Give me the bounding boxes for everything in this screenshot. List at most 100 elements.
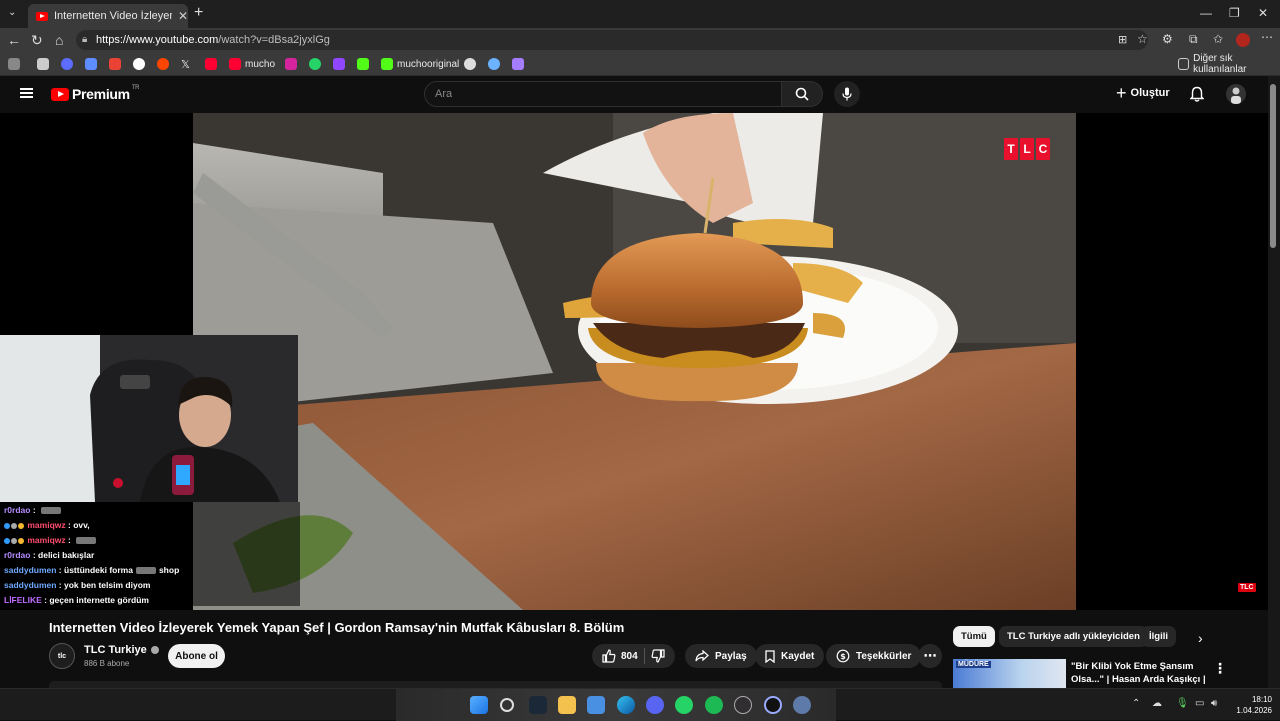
tlc-letter: C (1036, 138, 1050, 160)
store-icon[interactable] (587, 696, 605, 714)
dislike-button[interactable] (651, 649, 665, 663)
edge-icon[interactable] (617, 696, 635, 714)
close-tab-icon[interactable]: ✕ (178, 9, 188, 23)
share-button[interactable]: Paylaş (685, 644, 757, 668)
display-icon[interactable]: ▭ (1195, 698, 1204, 709)
taskbar-search-icon[interactable] (500, 698, 514, 712)
tab-list-icon[interactable]: ⌄ (8, 7, 16, 18)
gmail-icon[interactable] (109, 57, 125, 71)
new-tab-icon[interactable]: + (194, 4, 203, 22)
google-icon[interactable] (133, 57, 149, 71)
user-avatar-icon (1231, 87, 1241, 104)
bookmark-icon-1[interactable] (8, 57, 24, 71)
bookmark-icon-6[interactable] (488, 57, 504, 71)
video-content-burger-image (193, 113, 1076, 610)
address-bar-row: ← ↻ ⌂ 🔒︎ https://www.youtube.com/watch?v… (0, 28, 1280, 52)
bookmark-icon-5[interactable] (464, 57, 480, 71)
app-icon[interactable] (764, 696, 782, 714)
menu-icon[interactable] (20, 88, 33, 98)
bookmark-icon-2[interactable] (37, 57, 53, 71)
network-cloud-icon[interactable]: ☁ (1152, 698, 1162, 709)
favorites-icon[interactable]: ✩ (1213, 32, 1223, 46)
chips-next-chevron-icon[interactable]: › (1198, 630, 1203, 646)
chip-all[interactable]: Tümü (953, 626, 995, 647)
refresh-icon[interactable]: ↻ (31, 32, 43, 49)
mic-tray-icon[interactable]: 🎙︎ (1176, 698, 1189, 709)
tray-overflow-icon[interactable]: ⌃ (1132, 698, 1140, 709)
instagram-icon[interactable] (285, 57, 301, 71)
more-actions-button[interactable]: ⋯ (918, 644, 942, 668)
thumbs-down-icon (651, 649, 665, 663)
close-window-icon[interactable]: ✕ (1258, 6, 1268, 20)
site-info-icon[interactable]: 🔒︎ (82, 30, 87, 50)
search-input[interactable]: Ara (424, 81, 782, 107)
bookmark-muchooriginal[interactable]: muchooriginal (381, 57, 459, 71)
x-icon[interactable]: 𝕏 (181, 57, 190, 71)
video-frame[interactable]: T L C (193, 113, 1076, 610)
restore-icon[interactable]: ❐ (1229, 6, 1240, 20)
chat-username: r0rdao (4, 505, 31, 515)
voice-search-button[interactable] (834, 81, 860, 107)
url-field[interactable]: 🔒︎ https://www.youtube.com/watch?v=dBsa2… (76, 30, 1148, 50)
system-clock[interactable]: 18:10 1.04.2026 (1232, 694, 1272, 716)
channel-avatar[interactable]: tlc (49, 643, 75, 669)
channel-name-text: TLC Turkiye (84, 644, 147, 656)
bookmark-mucho[interactable]: mucho (229, 57, 275, 71)
recommended-thumbnail[interactable]: MÜDÜRE (953, 659, 1066, 688)
search-button[interactable] (781, 81, 823, 107)
volume-icon[interactable]: 🔊︎ (1211, 698, 1217, 709)
minimize-icon[interactable]: — (1200, 6, 1212, 20)
bookmark-icon-3[interactable] (61, 57, 77, 71)
other-bookmarks[interactable]: Diğer sık kullanılanlar (1178, 53, 1280, 75)
page-scrollbar-thumb[interactable] (1270, 84, 1276, 248)
youtube-bookmark-icon[interactable] (205, 57, 221, 71)
share-label: Paylaş (715, 650, 747, 662)
profile-icon[interactable] (1236, 33, 1250, 47)
youtube-premium-logo[interactable]: Premium TR (51, 85, 140, 102)
spotify-icon[interactable] (705, 696, 723, 714)
channel-name[interactable]: TLC Turkiye (84, 644, 159, 656)
app-icon-2[interactable] (793, 696, 811, 714)
tlc-channel-watermark[interactable]: TLC (1238, 583, 1256, 592)
home-icon[interactable]: ⌂ (55, 32, 63, 48)
kick-icon[interactable] (357, 57, 373, 71)
like-button[interactable]: 804 (602, 649, 638, 663)
chat-username: r0rdao (4, 550, 31, 560)
url-path: /watch?v=dBsa2jyxlGg (218, 34, 330, 46)
start-windows-icon[interactable] (470, 696, 488, 714)
twitch-icon[interactable] (333, 57, 349, 71)
favorite-star-icon[interactable]: ☆ (1137, 32, 1148, 46)
chat-text: ovv, (73, 520, 90, 530)
more-menu-icon[interactable]: ⋯ (1261, 30, 1273, 44)
chip-from-uploader[interactable]: TLC Turkiye adlı yükleyiciden (999, 626, 1148, 647)
create-button[interactable]: + Oluştur (1116, 84, 1170, 102)
file-explorer-icon[interactable] (558, 696, 576, 714)
whatsapp-taskbar-icon[interactable] (675, 696, 693, 714)
youtube-play-icon (51, 87, 69, 101)
browser-tab[interactable]: Internetten Video İzleyerek Yemek ✕ (28, 4, 188, 28)
subscribe-button[interactable]: Abone ol (168, 644, 225, 668)
reddit-icon[interactable] (157, 57, 173, 71)
split-screen-icon[interactable]: ⧉ (1189, 32, 1198, 47)
chat-badge-icon (11, 522, 17, 529)
bookmark-icon-4[interactable] (85, 57, 101, 71)
thanks-button[interactable]: $ Teşekkürler (826, 644, 922, 668)
bookmark-icon-7[interactable] (512, 57, 528, 71)
account-avatar[interactable] (1226, 84, 1246, 104)
logo-region: TR (131, 85, 140, 91)
back-icon[interactable]: ← (7, 32, 21, 48)
notifications-button[interactable] (1189, 86, 1205, 107)
extensions-icon[interactable]: ⚙ (1162, 32, 1173, 46)
windows-taskbar: ⌃ ☁ 🎙︎ ▭ 🔊︎ 18:10 1.04.2026 (0, 688, 1280, 721)
chat-username: mamiqwz (27, 535, 66, 545)
chip-related[interactable]: İlgili (1141, 626, 1176, 647)
obs-icon[interactable] (734, 696, 752, 714)
save-button[interactable]: Kaydet (755, 644, 825, 668)
reader-icon[interactable]: ⊞ (1118, 33, 1127, 46)
whatsapp-icon[interactable] (309, 57, 325, 71)
chat-message: mamiqwz : (4, 535, 99, 545)
recommended-more-icon[interactable]: ⋮ (1213, 660, 1227, 677)
discord-icon[interactable] (646, 696, 664, 714)
video-title: Internetten Video İzleyerek Yemek Yapan … (49, 620, 625, 635)
steam-icon[interactable] (529, 696, 547, 714)
